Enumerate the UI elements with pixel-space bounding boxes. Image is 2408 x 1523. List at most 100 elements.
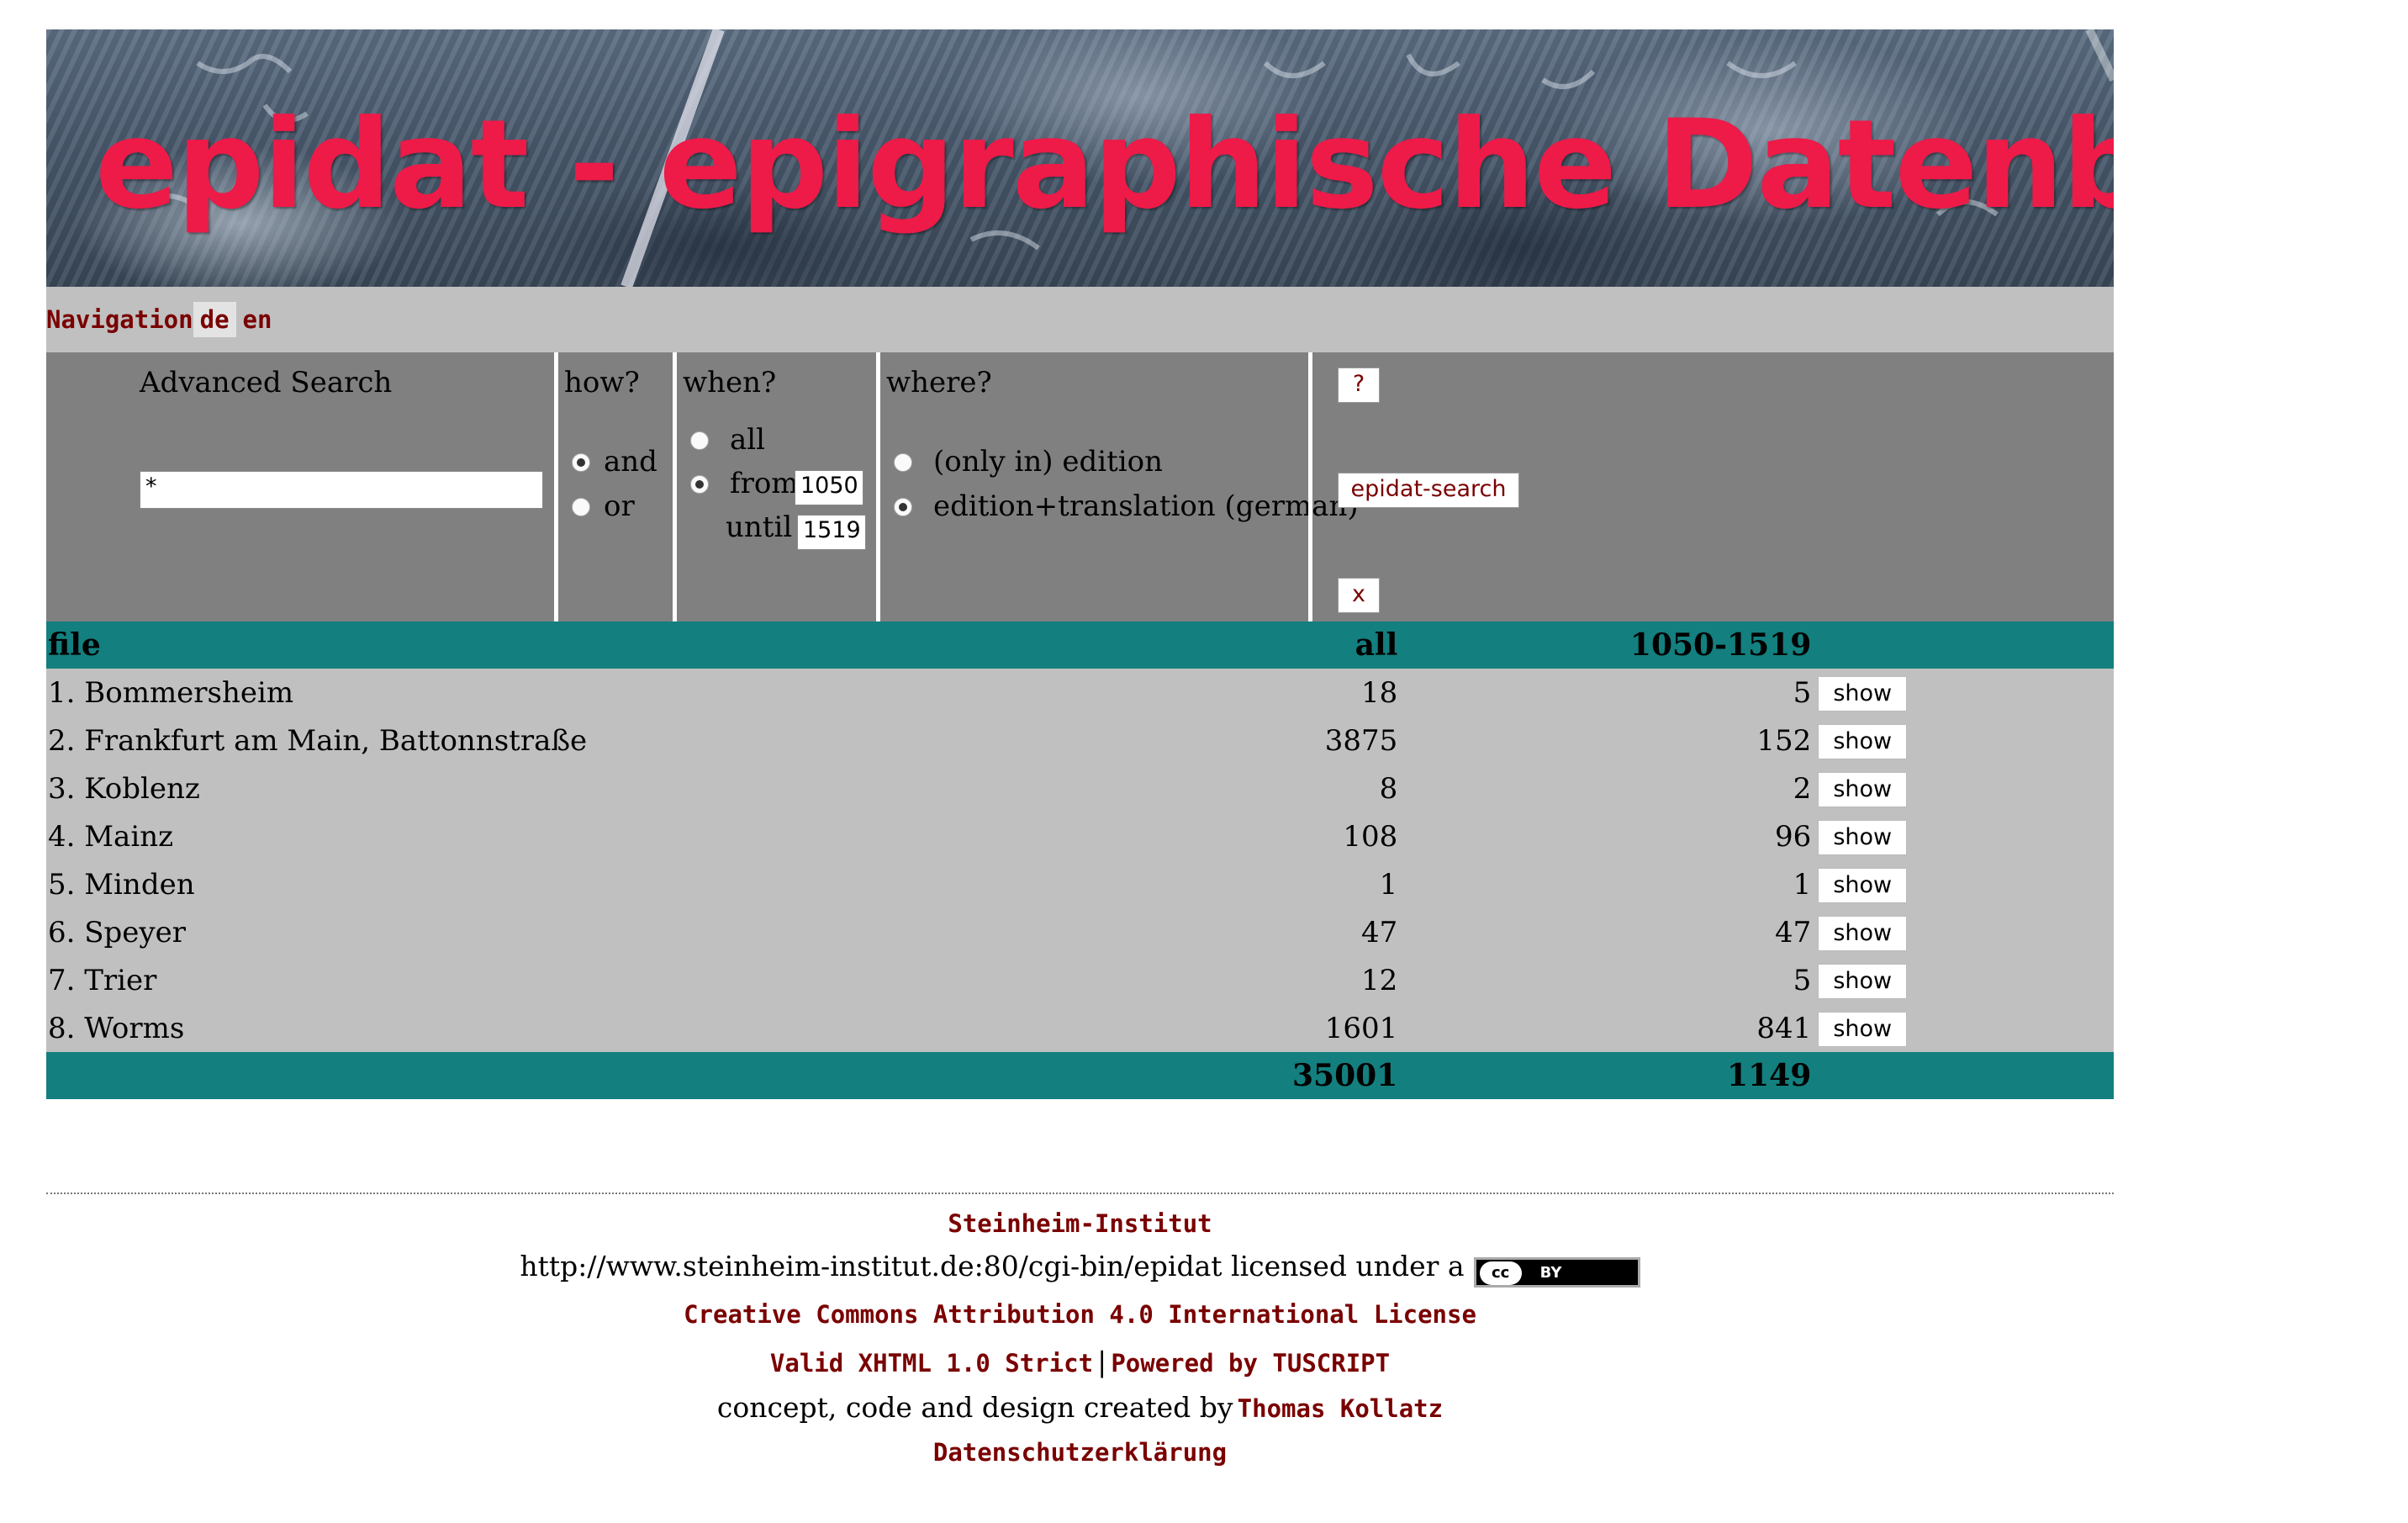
row-all-count: 12	[1292, 956, 1398, 1004]
lang-de-link[interactable]: de	[193, 302, 236, 337]
row-range-count: 5	[1397, 669, 1812, 717]
banner-image: epidat - epigraphische Datenbank	[46, 29, 2114, 287]
table-row: 2. Frankfurt am Main, Battonnstraße 3875…	[46, 717, 2114, 764]
row-action: show	[1811, 717, 2114, 764]
row-action: show	[1811, 764, 2114, 812]
when-from-radio[interactable]	[690, 475, 709, 494]
license-text: http://www.steinheim-institut.de:80/cgi-…	[520, 1250, 1465, 1282]
table-row: 7. Trier 12 5 show	[46, 956, 2114, 1004]
row-all-count: 3875	[1292, 717, 1398, 764]
results-table: file all 1050-1519 1. Bommersheim 18 5 s…	[46, 621, 2114, 1099]
when-from-label: from	[730, 467, 799, 500]
how-or-radio[interactable]	[572, 498, 590, 516]
help-button[interactable]: ?	[1338, 368, 1380, 403]
how-or-label: or	[604, 489, 635, 523]
cc-by-badge-icon[interactable]: cc BY	[1473, 1256, 1640, 1288]
row-file: 6. Speyer	[46, 908, 1292, 956]
how-label: how?	[564, 366, 640, 399]
lang-en-link[interactable]: en	[236, 302, 279, 337]
clear-button[interactable]: x	[1338, 578, 1380, 613]
total-range: 1149	[1397, 1052, 1812, 1099]
where-label: where?	[886, 366, 992, 399]
validation-line: Valid XHTML 1.0 Strict | Powered by TUSC…	[46, 1346, 2114, 1378]
row-all-count: 8	[1292, 764, 1398, 812]
when-until-label: until	[726, 510, 793, 544]
column-divider	[554, 352, 558, 621]
where-edition-radio[interactable]	[894, 453, 912, 472]
table-row: 6. Speyer 47 47 show	[46, 908, 2114, 956]
show-button[interactable]: show	[1818, 771, 1908, 807]
header-all: all	[1292, 621, 1398, 669]
table-row: 8. Worms 1601 841 show	[46, 1004, 2114, 1052]
show-button[interactable]: show	[1818, 915, 1908, 951]
row-all-count: 1	[1292, 860, 1398, 908]
row-action: show	[1811, 669, 2114, 717]
row-file: 5. Minden	[46, 860, 1292, 908]
show-button[interactable]: show	[1818, 1011, 1908, 1047]
totals-label	[46, 1052, 1292, 1099]
header-file: file	[46, 621, 1292, 669]
row-range-count: 2	[1397, 764, 1812, 812]
where-translation-label: edition+translation (german)	[933, 489, 1359, 523]
row-action: show	[1811, 956, 2114, 1004]
credit-text: concept, code and design created by	[716, 1391, 1233, 1424]
valid-xhtml-link[interactable]: Valid XHTML 1.0 Strict	[770, 1349, 1093, 1378]
show-button[interactable]: show	[1818, 675, 1908, 711]
totals-action	[1811, 1052, 2114, 1099]
show-button[interactable]: show	[1818, 867, 1908, 903]
navigation-bar: Navigation de en	[46, 287, 2114, 352]
row-file: 4. Mainz	[46, 812, 1292, 860]
powered-by-link[interactable]: Powered by TUSCRIPT	[1111, 1349, 1390, 1378]
row-action: show	[1811, 812, 2114, 860]
row-all-count: 108	[1292, 812, 1398, 860]
license-line: http://www.steinheim-institut.de:80/cgi-…	[46, 1250, 2114, 1288]
show-button[interactable]: show	[1818, 723, 1908, 759]
table-row: 4. Mainz 108 96 show	[46, 812, 2114, 860]
table-header-row: file all 1050-1519	[46, 621, 2114, 669]
cc-badge-left: cc	[1479, 1261, 1522, 1285]
show-button[interactable]: show	[1818, 963, 1908, 999]
where-edition-label: (only in) edition	[933, 445, 1164, 479]
row-all-count: 47	[1292, 908, 1398, 956]
row-range-count: 1	[1397, 860, 1812, 908]
total-all: 35001	[1292, 1052, 1398, 1099]
cc-badge-right: BY	[1539, 1263, 1562, 1282]
row-all-count: 1601	[1292, 1004, 1398, 1052]
page: epidat - epigraphische Datenbank Navigat…	[46, 29, 2114, 1099]
how-and-label: and	[604, 445, 657, 479]
row-range-count: 96	[1397, 812, 1812, 860]
until-year-input[interactable]: 1519	[797, 515, 866, 550]
table-row: 1. Bommersheim 18 5 show	[46, 669, 2114, 717]
link-separator: |	[1097, 1346, 1107, 1378]
credit-line: concept, code and design created by Thom…	[46, 1391, 2114, 1424]
author-link[interactable]: Thomas Kollatz	[1238, 1394, 1443, 1423]
row-file: 2. Frankfurt am Main, Battonnstraße	[46, 717, 1292, 764]
search-input[interactable]: *	[140, 471, 543, 509]
column-divider	[673, 352, 677, 621]
row-file: 8. Worms	[46, 1004, 1292, 1052]
show-button[interactable]: show	[1818, 819, 1908, 855]
site-title: epidat - epigraphische Datenbank	[95, 93, 2114, 236]
how-and-radio[interactable]	[572, 453, 590, 472]
privacy-link[interactable]: Datenschutzerklärung	[46, 1438, 2114, 1467]
row-range-count: 47	[1397, 908, 1812, 956]
table-totals-row: 35001 1149	[46, 1052, 2114, 1099]
from-year-input[interactable]: 1050	[795, 470, 863, 505]
row-range-count: 841	[1397, 1004, 1812, 1052]
header-action	[1811, 621, 2114, 669]
where-translation-radio[interactable]	[894, 498, 912, 516]
footer: Steinheim-Institut http://www.steinheim-…	[46, 1192, 2114, 1467]
row-file: 7. Trier	[46, 956, 1292, 1004]
when-all-radio[interactable]	[690, 431, 709, 450]
license-link[interactable]: Creative Commons Attribution 4.0 Interna…	[46, 1300, 2114, 1329]
row-action: show	[1811, 1004, 2114, 1052]
header-range: 1050-1519	[1397, 621, 1812, 669]
when-label: when?	[683, 366, 777, 399]
row-action: show	[1811, 908, 2114, 956]
advanced-search-title: Advanced Search	[140, 366, 393, 399]
navigation-label: Navigation	[46, 305, 193, 334]
when-all-label: all	[730, 423, 766, 457]
epidat-search-button[interactable]: epidat-search	[1338, 473, 1519, 508]
table-row: 5. Minden 1 1 show	[46, 860, 2114, 908]
institute-link[interactable]: Steinheim-Institut	[46, 1209, 2114, 1238]
